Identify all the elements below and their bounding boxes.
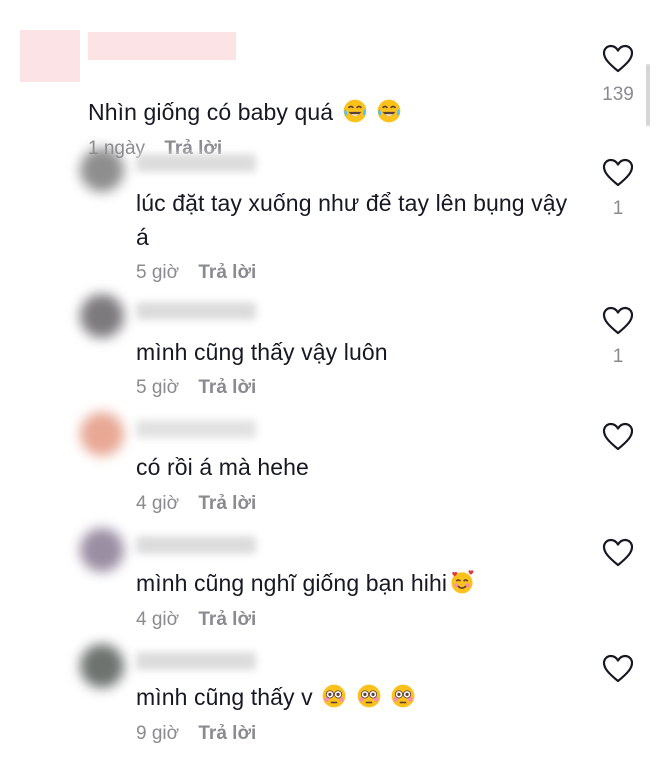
like-count: 1 xyxy=(612,198,624,219)
comment-time: 4 giờ xyxy=(136,493,180,514)
flushed-face-emoji xyxy=(322,684,346,708)
heart-icon xyxy=(602,654,634,683)
face-with-tears-of-joy-emoji xyxy=(377,99,401,123)
comment-time: 4 giờ xyxy=(136,609,180,630)
comment-text-content: có rồi á mà hehe xyxy=(136,454,309,480)
comment-text-content: lúc đặt tay xuống như để tay lên bụng vậ… xyxy=(136,190,568,250)
comment-text-content: mình cũng nghĩ giống bạn hihi xyxy=(136,570,448,596)
like-button[interactable]: 139 xyxy=(598,44,638,106)
avatar[interactable] xyxy=(80,294,124,338)
comment-text: có rồi á mà hehe xyxy=(136,450,576,484)
comment-meta: 4 giờ Trả lời xyxy=(136,608,256,632)
face-with-tears-of-joy-emoji xyxy=(343,99,367,123)
comment-time: 9 giờ xyxy=(136,723,180,744)
avatar[interactable] xyxy=(80,148,124,192)
comment-text: mình cũng nghĩ giống bạn hihi xyxy=(136,566,576,600)
reply-button[interactable]: Trả lời xyxy=(198,493,256,514)
smiling-face-with-hearts-emoji xyxy=(451,570,474,594)
comment-meta: 5 giờ Trả lời xyxy=(136,261,256,285)
heart-icon xyxy=(602,44,634,73)
comment-meta: 9 giờ Trả lời xyxy=(136,722,256,746)
username-redacted[interactable] xyxy=(136,420,256,438)
like-count: 139 xyxy=(602,84,634,105)
avatar[interactable] xyxy=(80,528,124,572)
username-redacted[interactable] xyxy=(88,32,236,60)
username-redacted[interactable] xyxy=(136,154,256,172)
like-button[interactable]: 1 xyxy=(598,158,638,220)
like-button[interactable] xyxy=(598,654,638,684)
username-redacted[interactable] xyxy=(136,652,256,670)
reply-button[interactable]: Trả lời xyxy=(198,609,256,630)
comment-time: 5 giờ xyxy=(136,262,180,283)
heart-icon xyxy=(602,158,634,187)
comment-text: mình cũng thấy vậy luôn xyxy=(136,335,576,369)
comment-time: 5 giờ xyxy=(136,377,180,398)
comment-text: mình cũng thấy v xyxy=(136,680,576,714)
username-redacted[interactable] xyxy=(136,536,256,554)
username-redacted[interactable] xyxy=(136,302,256,320)
like-button[interactable]: 1 xyxy=(598,306,638,368)
comment-text: lúc đặt tay xuống như để tay lên bụng vậ… xyxy=(136,186,576,254)
heart-icon xyxy=(602,538,634,567)
avatar[interactable] xyxy=(80,412,124,456)
reply-button[interactable]: Trả lời xyxy=(198,377,256,398)
comment-text-content: Nhìn giống có baby quá xyxy=(88,99,334,125)
like-button[interactable] xyxy=(598,422,638,452)
flushed-face-emoji xyxy=(357,684,381,708)
like-button[interactable] xyxy=(598,538,638,568)
heart-icon xyxy=(602,306,634,335)
reply-button[interactable]: Trả lời xyxy=(198,262,256,283)
scrollbar[interactable] xyxy=(646,64,650,126)
heart-icon xyxy=(602,422,634,451)
reply-button[interactable]: Trả lời xyxy=(198,723,256,744)
flushed-face-emoji xyxy=(391,684,415,708)
comment-meta: 5 giờ Trả lời xyxy=(136,376,256,400)
comment-text-content: mình cũng thấy vậy luôn xyxy=(136,339,388,365)
comment-text: Nhìn giống có baby quá xyxy=(88,95,558,129)
comment-text-content: mình cũng thấy v xyxy=(136,684,313,710)
avatar[interactable] xyxy=(20,30,80,82)
like-count: 1 xyxy=(612,346,624,367)
comment-meta: 4 giờ Trả lời xyxy=(136,492,256,516)
avatar[interactable] xyxy=(80,644,124,688)
